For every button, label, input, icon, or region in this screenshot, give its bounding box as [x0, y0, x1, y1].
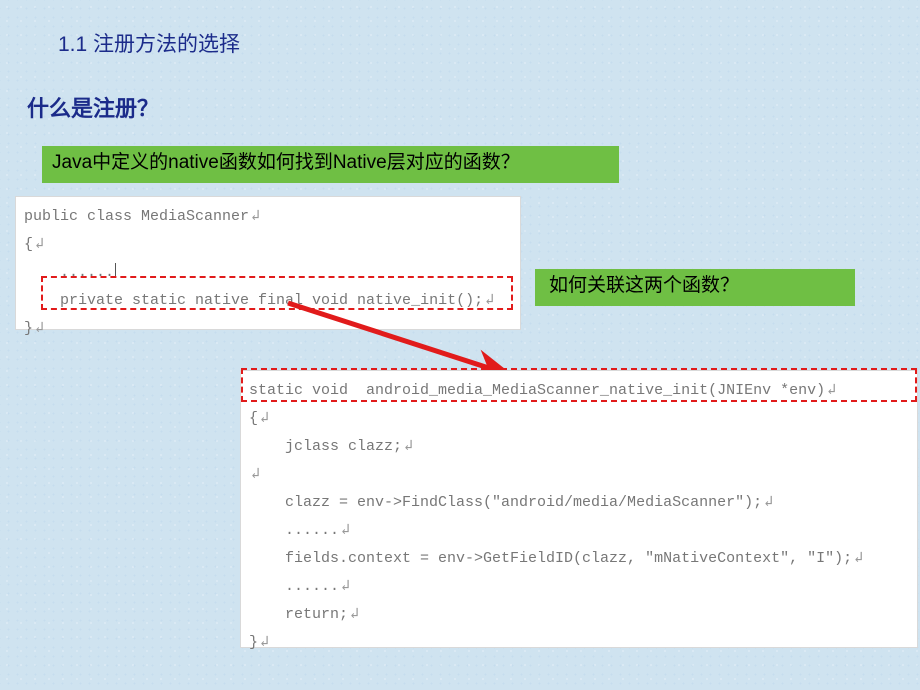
code-line: ......: [24, 264, 114, 281]
return-glyph: ↲: [35, 236, 42, 253]
code-line: return;: [249, 606, 348, 623]
return-glyph: ↲: [251, 466, 258, 483]
return-glyph: ↲: [251, 208, 258, 225]
return-glyph: ↲: [764, 494, 771, 511]
code-line: fields.context = env->GetFieldID(clazz, …: [249, 550, 852, 567]
return-glyph: ↲: [341, 578, 348, 595]
code-line: }: [24, 320, 33, 337]
section-heading: 1.1 注册方法的选择: [58, 28, 240, 58]
text-cursor: [115, 263, 116, 278]
code-line: ......: [249, 522, 339, 539]
callout-box-2: 如何关联这两个函数？: [535, 269, 855, 306]
code-line: static void android_media_MediaScanner_n…: [249, 382, 825, 399]
code-line: public class MediaScanner: [24, 208, 249, 225]
return-glyph: ↲: [485, 292, 492, 309]
return-glyph: ↲: [404, 438, 411, 455]
code-line: private static native final void native_…: [24, 292, 483, 309]
code-block-java: public class MediaScanner↲ {↲ ...... pri…: [15, 196, 521, 330]
return-glyph: ↲: [854, 550, 861, 567]
return-glyph: ↲: [35, 320, 42, 337]
question-heading: 什么是注册？: [27, 91, 159, 123]
return-glyph: ↲: [341, 522, 348, 539]
code-block-cpp: static void android_media_MediaScanner_n…: [240, 370, 918, 648]
return-glyph: ↲: [350, 606, 357, 623]
code-line: ......: [249, 578, 339, 595]
return-glyph: ↲: [260, 410, 267, 427]
code-line: }: [249, 634, 258, 651]
code-line: {: [24, 236, 33, 253]
callout-box-1: Java中定义的native函数如何找到Native层对应的函数？: [42, 146, 619, 183]
return-glyph: ↲: [827, 382, 834, 399]
code-line: clazz = env->FindClass("android/media/Me…: [249, 494, 762, 511]
return-glyph: ↲: [260, 634, 267, 651]
code-line: {: [249, 410, 258, 427]
code-line: jclass clazz;: [249, 438, 402, 455]
